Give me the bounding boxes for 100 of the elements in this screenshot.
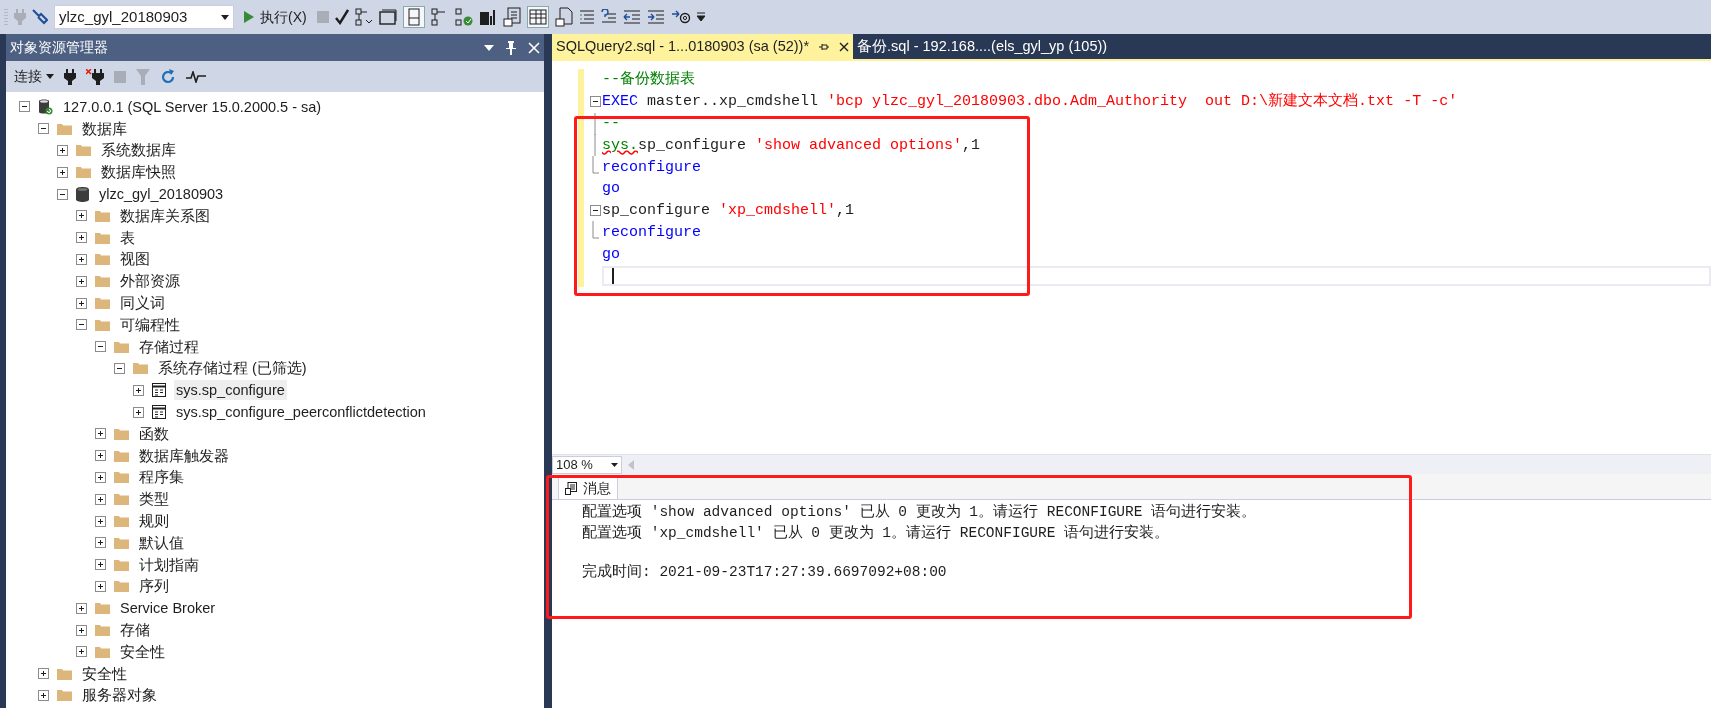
- plan-check-icon[interactable]: [454, 8, 473, 26]
- collapse-icon[interactable]: [95, 341, 106, 353]
- parameters-icon[interactable]: [670, 9, 691, 25]
- results-tab[interactable]: 消息: [558, 477, 618, 499]
- tree-item[interactable]: 视图: [118, 249, 152, 270]
- increase-indent-icon[interactable]: [646, 10, 665, 24]
- tree-item[interactable]: Service Broker: [118, 598, 218, 619]
- uncomment-lines-icon[interactable]: [600, 9, 617, 25]
- collapse-icon[interactable]: [19, 101, 30, 113]
- collapse-icon[interactable]: [589, 96, 601, 108]
- panel-title: 对象资源管理器: [10, 38, 108, 57]
- folder-icon: [114, 580, 129, 593]
- tree-item[interactable]: 序列: [137, 576, 171, 597]
- expand-icon[interactable]: [95, 428, 106, 440]
- activity-monitor-icon[interactable]: [186, 70, 206, 83]
- collapse-icon[interactable]: [589, 205, 601, 217]
- disconnect-icon[interactable]: [86, 68, 104, 85]
- results-to-file-icon[interactable]: [554, 7, 573, 27]
- tree-item[interactable]: sys.sp_configure_peerconflictdetection: [174, 402, 428, 423]
- expand-icon[interactable]: [95, 493, 106, 505]
- plug-icon[interactable]: [64, 68, 76, 85]
- expand-icon[interactable]: [76, 232, 87, 244]
- editor-tab[interactable]: SQLQuery2.sql - 1...0180903 (sa (52))*: [552, 34, 854, 59]
- zoom-dropdown[interactable]: 108 %: [552, 455, 622, 474]
- expand-icon[interactable]: [76, 210, 87, 222]
- tree-item[interactable]: 系统存储过程 (已筛选): [156, 358, 309, 379]
- tree-item[interactable]: 计划指南: [137, 554, 201, 575]
- expand-icon[interactable]: [76, 646, 87, 658]
- tree-item[interactable]: sys.sp_configure: [174, 380, 287, 401]
- expand-icon[interactable]: [57, 166, 68, 178]
- results-to-text-icon[interactable]: [502, 7, 521, 27]
- refresh-icon[interactable]: [160, 68, 176, 85]
- tree-item[interactable]: 类型: [137, 489, 171, 510]
- tree-item[interactable]: 数据库快照: [99, 162, 178, 183]
- comment-lines-icon[interactable]: [578, 10, 595, 24]
- results-to-grid-icon[interactable]: [526, 6, 549, 28]
- overflow-icon[interactable]: [696, 12, 705, 22]
- code-line: go: [602, 179, 620, 200]
- tree-item[interactable]: 表: [118, 227, 137, 248]
- stored-procedure-icon: [152, 405, 166, 420]
- expand-icon[interactable]: [76, 275, 87, 287]
- tree-item[interactable]: 存储过程: [137, 336, 201, 357]
- collapse-icon[interactable]: [57, 188, 68, 200]
- statistics-icon[interactable]: [478, 8, 497, 26]
- tree-item[interactable]: 可编程性: [118, 314, 182, 335]
- expand-icon[interactable]: [57, 145, 68, 156]
- expand-icon[interactable]: [133, 406, 144, 418]
- tree-item[interactable]: ylzc_gyl_20180903: [97, 184, 226, 205]
- checkmark-icon[interactable]: [334, 9, 349, 25]
- collapse-icon[interactable]: [114, 362, 125, 374]
- tree-item[interactable]: 函数: [137, 423, 171, 444]
- execute-button[interactable]: 执行(X): [240, 6, 311, 28]
- tree-item[interactable]: 程序集: [137, 467, 186, 488]
- close-icon[interactable]: [839, 41, 850, 52]
- expand-icon[interactable]: [76, 297, 87, 309]
- tree-item[interactable]: 同义词: [118, 293, 167, 314]
- tree-item[interactable]: 规则: [137, 511, 171, 532]
- editor-tab[interactable]: 备份.sql - 192.168....(els_gyl_yp (105)): [853, 34, 1112, 59]
- code-line: EXEC master..xp_cmdshell 'bcp ylzc_gyl_20180903.dbo.Adm_Authority out D:\新建文本文档.txt -T -c': [602, 91, 1458, 113]
- folder-icon: [114, 536, 129, 549]
- expand-icon[interactable]: [38, 668, 49, 680]
- tree-item[interactable]: 安全性: [118, 641, 167, 662]
- expand-icon[interactable]: [95, 471, 106, 483]
- expand-icon[interactable]: [38, 689, 49, 701]
- tree-item[interactable]: 外部资源: [118, 271, 182, 292]
- expand-icon[interactable]: [95, 580, 106, 592]
- expand-icon[interactable]: [95, 559, 106, 571]
- play-icon: [244, 11, 254, 23]
- expand-icon[interactable]: [76, 602, 87, 614]
- tree-item[interactable]: 数据库触发器: [137, 445, 231, 466]
- connection-icon[interactable]: [32, 9, 48, 25]
- database-dropdown[interactable]: ylzc_gyl_20180903: [54, 5, 234, 29]
- results-pane-icon[interactable]: [402, 6, 425, 28]
- expand-icon[interactable]: [95, 515, 106, 527]
- window-icon[interactable]: [378, 9, 397, 25]
- connect-button[interactable]: 连接: [14, 66, 54, 87]
- tree-item[interactable]: 数据库关系图: [118, 205, 212, 226]
- pin-icon[interactable]: [819, 41, 830, 52]
- tree-item[interactable]: 安全性: [80, 663, 129, 684]
- collapse-icon[interactable]: [76, 319, 87, 331]
- tree-item[interactable]: 数据库: [80, 118, 129, 139]
- expand-icon[interactable]: [133, 384, 144, 396]
- folder-icon: [114, 558, 129, 571]
- folder-icon: [95, 602, 110, 615]
- decrease-indent-icon[interactable]: [622, 10, 641, 24]
- collapse-icon[interactable]: [38, 123, 49, 135]
- expand-icon[interactable]: [76, 624, 87, 636]
- pin-icon[interactable]: [506, 40, 516, 55]
- tree-item[interactable]: 127.0.0.1 (SQL Server 15.0.2000.5 - sa): [61, 96, 324, 117]
- tree-item[interactable]: 默认值: [137, 532, 186, 553]
- completion-time: 完成时间: 2021-09-23T17:27:39.6697092+08:00: [582, 562, 948, 582]
- folder-icon: [95, 318, 110, 331]
- dropdown-icon[interactable]: [484, 44, 494, 51]
- tree-item[interactable]: 系统数据库: [99, 140, 178, 161]
- expand-icon[interactable]: [95, 450, 106, 462]
- expand-icon[interactable]: [95, 537, 106, 549]
- expand-icon[interactable]: [76, 253, 87, 265]
- tree-item[interactable]: 服务器对象: [80, 685, 159, 706]
- plan-icon[interactable]: [354, 8, 373, 26]
- tree-item[interactable]: 存储: [118, 620, 152, 640]
